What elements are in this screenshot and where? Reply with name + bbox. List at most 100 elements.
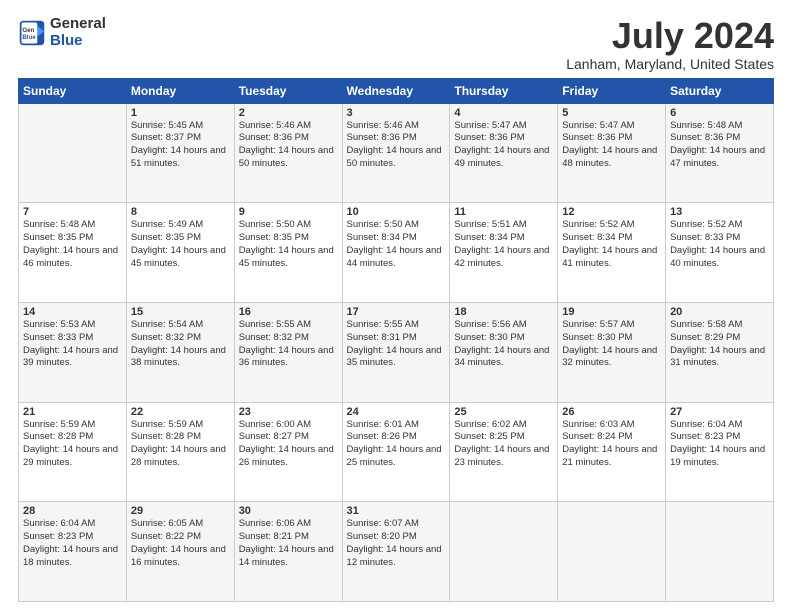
table-row: 30 Sunrise: 6:06 AM Sunset: 8:21 PM Dayl… <box>234 502 342 602</box>
table-row: 1 Sunrise: 5:45 AM Sunset: 8:37 PM Dayli… <box>126 103 234 203</box>
day-number: 9 <box>239 206 338 218</box>
daylight-text: Daylight: 14 hours and 49 minutes. <box>454 145 553 171</box>
daylight-text: Daylight: 14 hours and 46 minutes. <box>23 245 122 271</box>
cell-info: Sunrise: 5:54 AM Sunset: 8:32 PM Dayligh… <box>131 319 230 370</box>
table-row: 28 Sunrise: 6:04 AM Sunset: 8:23 PM Dayl… <box>19 502 127 602</box>
cell-info: Sunrise: 5:49 AM Sunset: 8:35 PM Dayligh… <box>131 219 230 270</box>
sunset-text: Sunset: 8:34 PM <box>562 232 661 245</box>
sunset-text: Sunset: 8:35 PM <box>239 232 338 245</box>
sunrise-text: Sunrise: 5:55 AM <box>239 319 338 332</box>
day-number: 27 <box>670 406 769 418</box>
table-row: 10 Sunrise: 5:50 AM Sunset: 8:34 PM Dayl… <box>342 203 450 303</box>
day-number: 21 <box>23 406 122 418</box>
day-number: 6 <box>670 107 769 119</box>
daylight-text: Daylight: 14 hours and 48 minutes. <box>562 145 661 171</box>
daylight-text: Daylight: 14 hours and 36 minutes. <box>239 345 338 371</box>
cell-info: Sunrise: 5:48 AM Sunset: 8:36 PM Dayligh… <box>670 120 769 171</box>
sunrise-text: Sunrise: 5:49 AM <box>131 219 230 232</box>
daylight-text: Daylight: 14 hours and 28 minutes. <box>131 444 230 470</box>
sunrise-text: Sunrise: 5:52 AM <box>562 219 661 232</box>
sunrise-text: Sunrise: 6:06 AM <box>239 518 338 531</box>
svg-text:Gen: Gen <box>22 27 34 34</box>
day-number: 11 <box>454 206 553 218</box>
day-number: 4 <box>454 107 553 119</box>
sunrise-text: Sunrise: 5:59 AM <box>23 419 122 432</box>
table-row: 20 Sunrise: 5:58 AM Sunset: 8:29 PM Dayl… <box>666 302 774 402</box>
sunset-text: Sunset: 8:35 PM <box>23 232 122 245</box>
table-row: 23 Sunrise: 6:00 AM Sunset: 8:27 PM Dayl… <box>234 402 342 502</box>
table-row: 4 Sunrise: 5:47 AM Sunset: 8:36 PM Dayli… <box>450 103 558 203</box>
table-row: 18 Sunrise: 5:56 AM Sunset: 8:30 PM Dayl… <box>450 302 558 402</box>
sunset-text: Sunset: 8:34 PM <box>347 232 446 245</box>
table-row: 6 Sunrise: 5:48 AM Sunset: 8:36 PM Dayli… <box>666 103 774 203</box>
sunset-text: Sunset: 8:34 PM <box>454 232 553 245</box>
logo-blue-text: Blue <box>50 33 106 50</box>
daylight-text: Daylight: 14 hours and 51 minutes. <box>131 145 230 171</box>
sunset-text: Sunset: 8:20 PM <box>347 531 446 544</box>
daylight-text: Daylight: 14 hours and 12 minutes. <box>347 544 446 570</box>
cell-info: Sunrise: 5:51 AM Sunset: 8:34 PM Dayligh… <box>454 219 553 270</box>
svg-text:Blue: Blue <box>22 34 36 41</box>
sunrise-text: Sunrise: 6:05 AM <box>131 518 230 531</box>
day-number: 12 <box>562 206 661 218</box>
table-row: 16 Sunrise: 5:55 AM Sunset: 8:32 PM Dayl… <box>234 302 342 402</box>
daylight-text: Daylight: 14 hours and 45 minutes. <box>239 245 338 271</box>
daylight-text: Daylight: 14 hours and 21 minutes. <box>562 444 661 470</box>
week-row-0: 1 Sunrise: 5:45 AM Sunset: 8:37 PM Dayli… <box>19 103 774 203</box>
sunrise-text: Sunrise: 5:52 AM <box>670 219 769 232</box>
week-row-3: 21 Sunrise: 5:59 AM Sunset: 8:28 PM Dayl… <box>19 402 774 502</box>
sunset-text: Sunset: 8:33 PM <box>670 232 769 245</box>
cell-info: Sunrise: 5:56 AM Sunset: 8:30 PM Dayligh… <box>454 319 553 370</box>
table-row: 15 Sunrise: 5:54 AM Sunset: 8:32 PM Dayl… <box>126 302 234 402</box>
day-number: 24 <box>347 406 446 418</box>
cell-info: Sunrise: 5:52 AM Sunset: 8:34 PM Dayligh… <box>562 219 661 270</box>
table-row: 9 Sunrise: 5:50 AM Sunset: 8:35 PM Dayli… <box>234 203 342 303</box>
sunset-text: Sunset: 8:22 PM <box>131 531 230 544</box>
cell-info: Sunrise: 5:52 AM Sunset: 8:33 PM Dayligh… <box>670 219 769 270</box>
sunrise-text: Sunrise: 6:04 AM <box>23 518 122 531</box>
sunrise-text: Sunrise: 5:55 AM <box>347 319 446 332</box>
daylight-text: Daylight: 14 hours and 47 minutes. <box>670 145 769 171</box>
week-row-4: 28 Sunrise: 6:04 AM Sunset: 8:23 PM Dayl… <box>19 502 774 602</box>
sunset-text: Sunset: 8:27 PM <box>239 431 338 444</box>
cell-info: Sunrise: 5:47 AM Sunset: 8:36 PM Dayligh… <box>454 120 553 171</box>
daylight-text: Daylight: 14 hours and 31 minutes. <box>670 345 769 371</box>
sunrise-text: Sunrise: 5:51 AM <box>454 219 553 232</box>
cell-info: Sunrise: 6:07 AM Sunset: 8:20 PM Dayligh… <box>347 518 446 569</box>
day-number: 13 <box>670 206 769 218</box>
title-block: July 2024 Lanham, Maryland, United State… <box>566 16 774 72</box>
cell-info: Sunrise: 5:46 AM Sunset: 8:36 PM Dayligh… <box>239 120 338 171</box>
cell-info: Sunrise: 5:48 AM Sunset: 8:35 PM Dayligh… <box>23 219 122 270</box>
daylight-text: Daylight: 14 hours and 26 minutes. <box>239 444 338 470</box>
sunset-text: Sunset: 8:36 PM <box>454 132 553 145</box>
sunrise-text: Sunrise: 6:07 AM <box>347 518 446 531</box>
table-row: 3 Sunrise: 5:46 AM Sunset: 8:36 PM Dayli… <box>342 103 450 203</box>
daylight-text: Daylight: 14 hours and 41 minutes. <box>562 245 661 271</box>
cell-info: Sunrise: 5:50 AM Sunset: 8:34 PM Dayligh… <box>347 219 446 270</box>
day-number: 15 <box>131 306 230 318</box>
col-wednesday: Wednesday <box>342 78 450 103</box>
day-number: 8 <box>131 206 230 218</box>
sunrise-text: Sunrise: 5:54 AM <box>131 319 230 332</box>
col-sunday: Sunday <box>19 78 127 103</box>
sunrise-text: Sunrise: 5:56 AM <box>454 319 553 332</box>
daylight-text: Daylight: 14 hours and 18 minutes. <box>23 544 122 570</box>
sunset-text: Sunset: 8:36 PM <box>562 132 661 145</box>
table-row: 12 Sunrise: 5:52 AM Sunset: 8:34 PM Dayl… <box>558 203 666 303</box>
sunrise-text: Sunrise: 5:45 AM <box>131 120 230 133</box>
sunrise-text: Sunrise: 5:46 AM <box>347 120 446 133</box>
daylight-text: Daylight: 14 hours and 42 minutes. <box>454 245 553 271</box>
day-number: 2 <box>239 107 338 119</box>
sunset-text: Sunset: 8:30 PM <box>562 332 661 345</box>
daylight-text: Daylight: 14 hours and 38 minutes. <box>131 345 230 371</box>
cell-info: Sunrise: 6:06 AM Sunset: 8:21 PM Dayligh… <box>239 518 338 569</box>
sunrise-text: Sunrise: 6:01 AM <box>347 419 446 432</box>
day-number: 26 <box>562 406 661 418</box>
logo-icon: Gen Blue <box>18 19 46 47</box>
day-number: 7 <box>23 206 122 218</box>
cell-info: Sunrise: 6:01 AM Sunset: 8:26 PM Dayligh… <box>347 419 446 470</box>
cell-info: Sunrise: 5:53 AM Sunset: 8:33 PM Dayligh… <box>23 319 122 370</box>
day-number: 14 <box>23 306 122 318</box>
sunset-text: Sunset: 8:26 PM <box>347 431 446 444</box>
cell-info: Sunrise: 6:04 AM Sunset: 8:23 PM Dayligh… <box>23 518 122 569</box>
